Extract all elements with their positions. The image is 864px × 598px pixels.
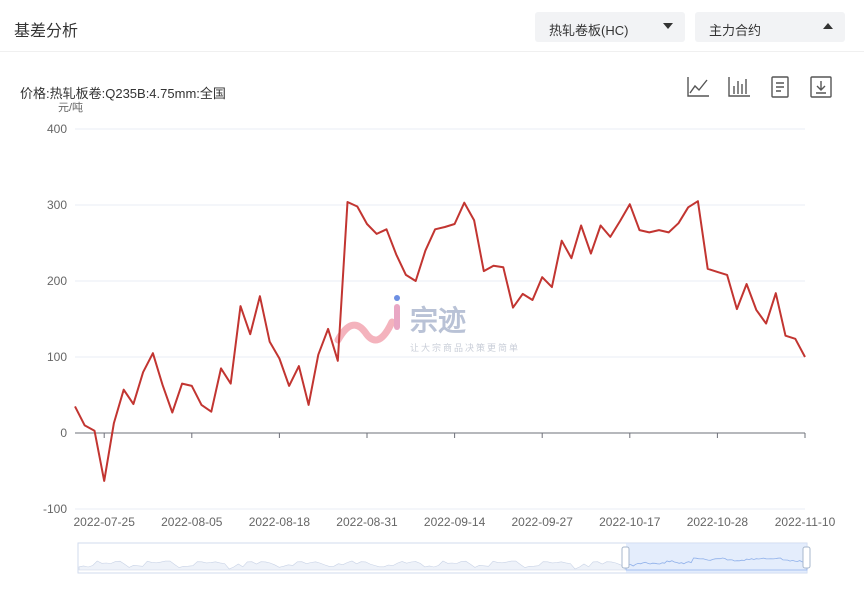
- series-layer: [74, 200, 806, 482]
- watermark-logo-bar: [394, 304, 400, 330]
- x-tick-label: 2022-10-17: [599, 515, 661, 529]
- basis-line-chart: 元/吨 宗迹 让大宗商品决策更简单 -100 0 100 200 300 400 2022-…: [43, 101, 836, 574]
- y-tick-label: -100: [43, 502, 67, 516]
- slider-right-handle[interactable]: [802, 546, 811, 569]
- y-axis-unit: 元/吨: [58, 101, 83, 114]
- x-tick-label: 2022-09-14: [424, 515, 486, 529]
- x-tick-label: 2022-11-10: [775, 515, 836, 529]
- watermark-logo-icon: [334, 318, 396, 344]
- data-zoom-slider[interactable]: [77, 542, 811, 574]
- y-tick-label: 0: [60, 426, 67, 440]
- x-tick-label: 2022-10-28: [687, 515, 749, 529]
- x-tick-label: 2022-08-31: [336, 515, 398, 529]
- y-tick-label: 300: [47, 198, 67, 212]
- slider-left-handle[interactable]: [621, 546, 630, 569]
- y-tick-label: 200: [47, 274, 67, 288]
- watermark-brand: 宗迹: [410, 304, 466, 337]
- watermark-slogan: 让大宗商品决策更简单: [410, 342, 520, 354]
- y-tick-label: 100: [47, 350, 67, 364]
- slider-preview-area: [78, 560, 626, 571]
- y-tick-label: 400: [47, 122, 67, 136]
- x-tick-label: 2022-08-05: [161, 515, 223, 529]
- x-tick-label: 2022-09-27: [512, 515, 574, 529]
- x-tick-label: 2022-07-25: [74, 515, 136, 529]
- watermark: 宗迹 让大宗商品决策更简单: [334, 295, 520, 354]
- watermark-logo-dot: [394, 295, 400, 301]
- x-tick-label: 2022-08-18: [249, 515, 311, 529]
- series-line: [74, 200, 806, 482]
